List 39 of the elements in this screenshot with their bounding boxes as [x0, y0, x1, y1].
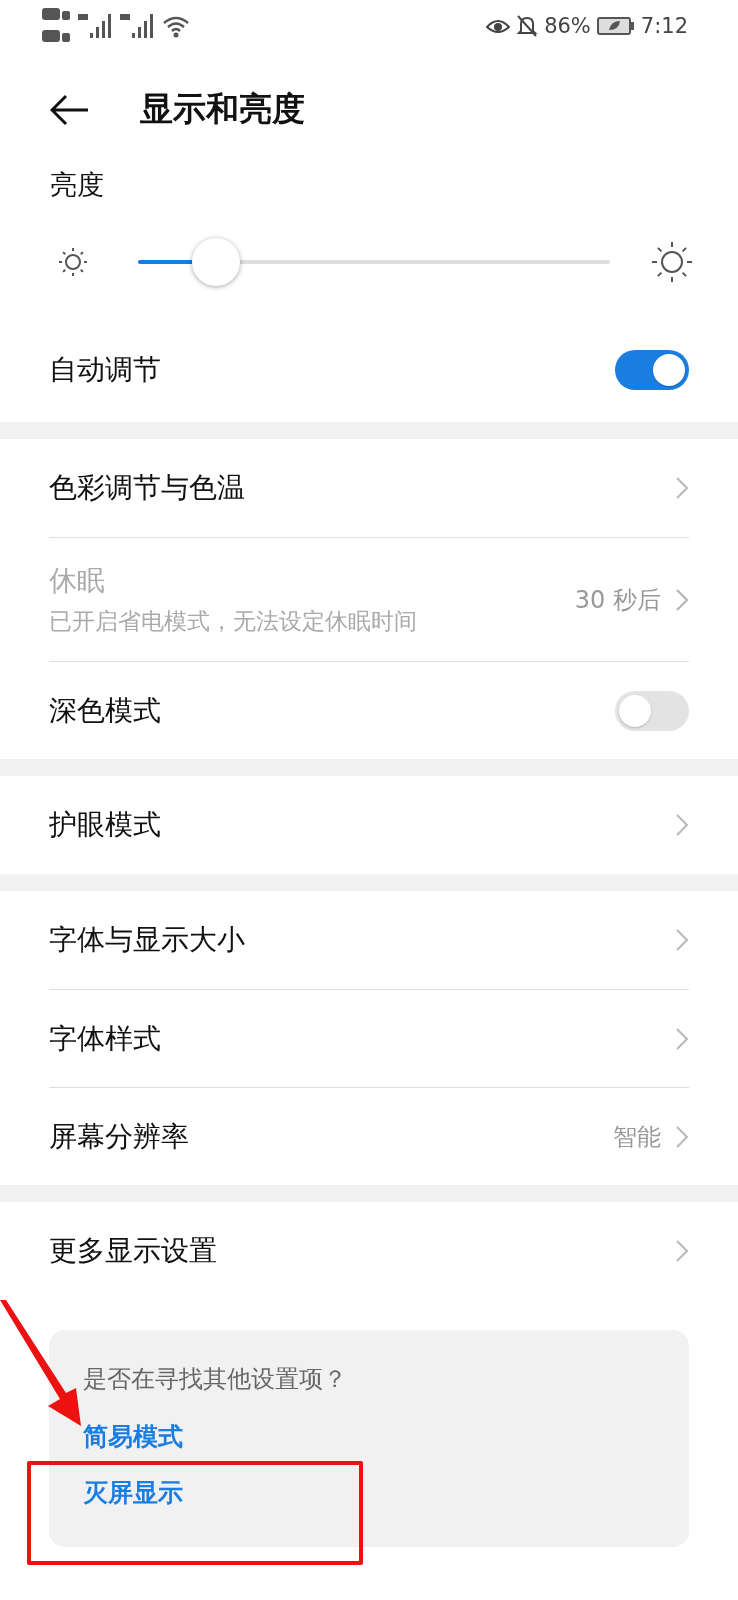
setting-title: 休眠 — [49, 563, 106, 599]
setting-subtitle: 已开启省电模式，无法设定休眠时间 — [49, 607, 417, 636]
chevron-icon[interactable] — [675, 1124, 689, 1149]
setting-value: 30 秒后 — [574, 584, 661, 616]
chevron-icon[interactable] — [675, 813, 689, 837]
setting-title: 护眼模式 — [49, 807, 161, 843]
suggestion-link[interactable]: 灭屏显示 — [83, 1464, 183, 1520]
auto-adjust-label: 自动调节 — [49, 351, 161, 388]
brightness-slider[interactable] — [138, 236, 610, 288]
signal-icon — [78, 11, 114, 41]
chevron-icon[interactable] — [675, 1026, 689, 1051]
eye-icon — [486, 17, 511, 35]
sun-large-icon — [650, 240, 694, 284]
toggle-switch[interactable] — [615, 690, 689, 731]
signal-icon — [120, 11, 156, 41]
chevron-icon[interactable] — [675, 587, 689, 612]
suggestion-link[interactable]: 简易模式 — [83, 1408, 183, 1464]
clock: 7:12 — [640, 14, 688, 38]
chevron-icon[interactable] — [675, 476, 689, 500]
setting-value: 智能 — [613, 1121, 661, 1153]
back-icon[interactable] — [50, 93, 90, 126]
setting-title: 屏幕分辨率 — [49, 1118, 189, 1155]
brightness-label: 亮度 — [49, 168, 105, 202]
setting-title: 色彩调节与色温 — [49, 470, 245, 506]
bell-muted-icon — [516, 14, 539, 38]
wifi-icon — [162, 14, 190, 38]
toggle-switch[interactable] — [615, 349, 689, 390]
battery-percent: 86% — [544, 14, 591, 38]
setting-title: 字体与显示大小 — [49, 922, 245, 958]
chevron-icon[interactable] — [675, 1239, 689, 1263]
sun-small-icon — [56, 245, 90, 279]
slider-thumb[interactable] — [191, 238, 240, 286]
setting-title: 深色模式 — [49, 692, 161, 729]
setting-title: 字体样式 — [49, 1020, 161, 1057]
setting-title: 更多显示设置 — [49, 1233, 217, 1269]
battery-icon — [596, 16, 635, 36]
suggestion-prompt: 是否在寻找其他设置项？ — [83, 1364, 348, 1395]
page-title: 显示和亮度 — [140, 88, 305, 130]
chevron-icon[interactable] — [675, 928, 689, 952]
